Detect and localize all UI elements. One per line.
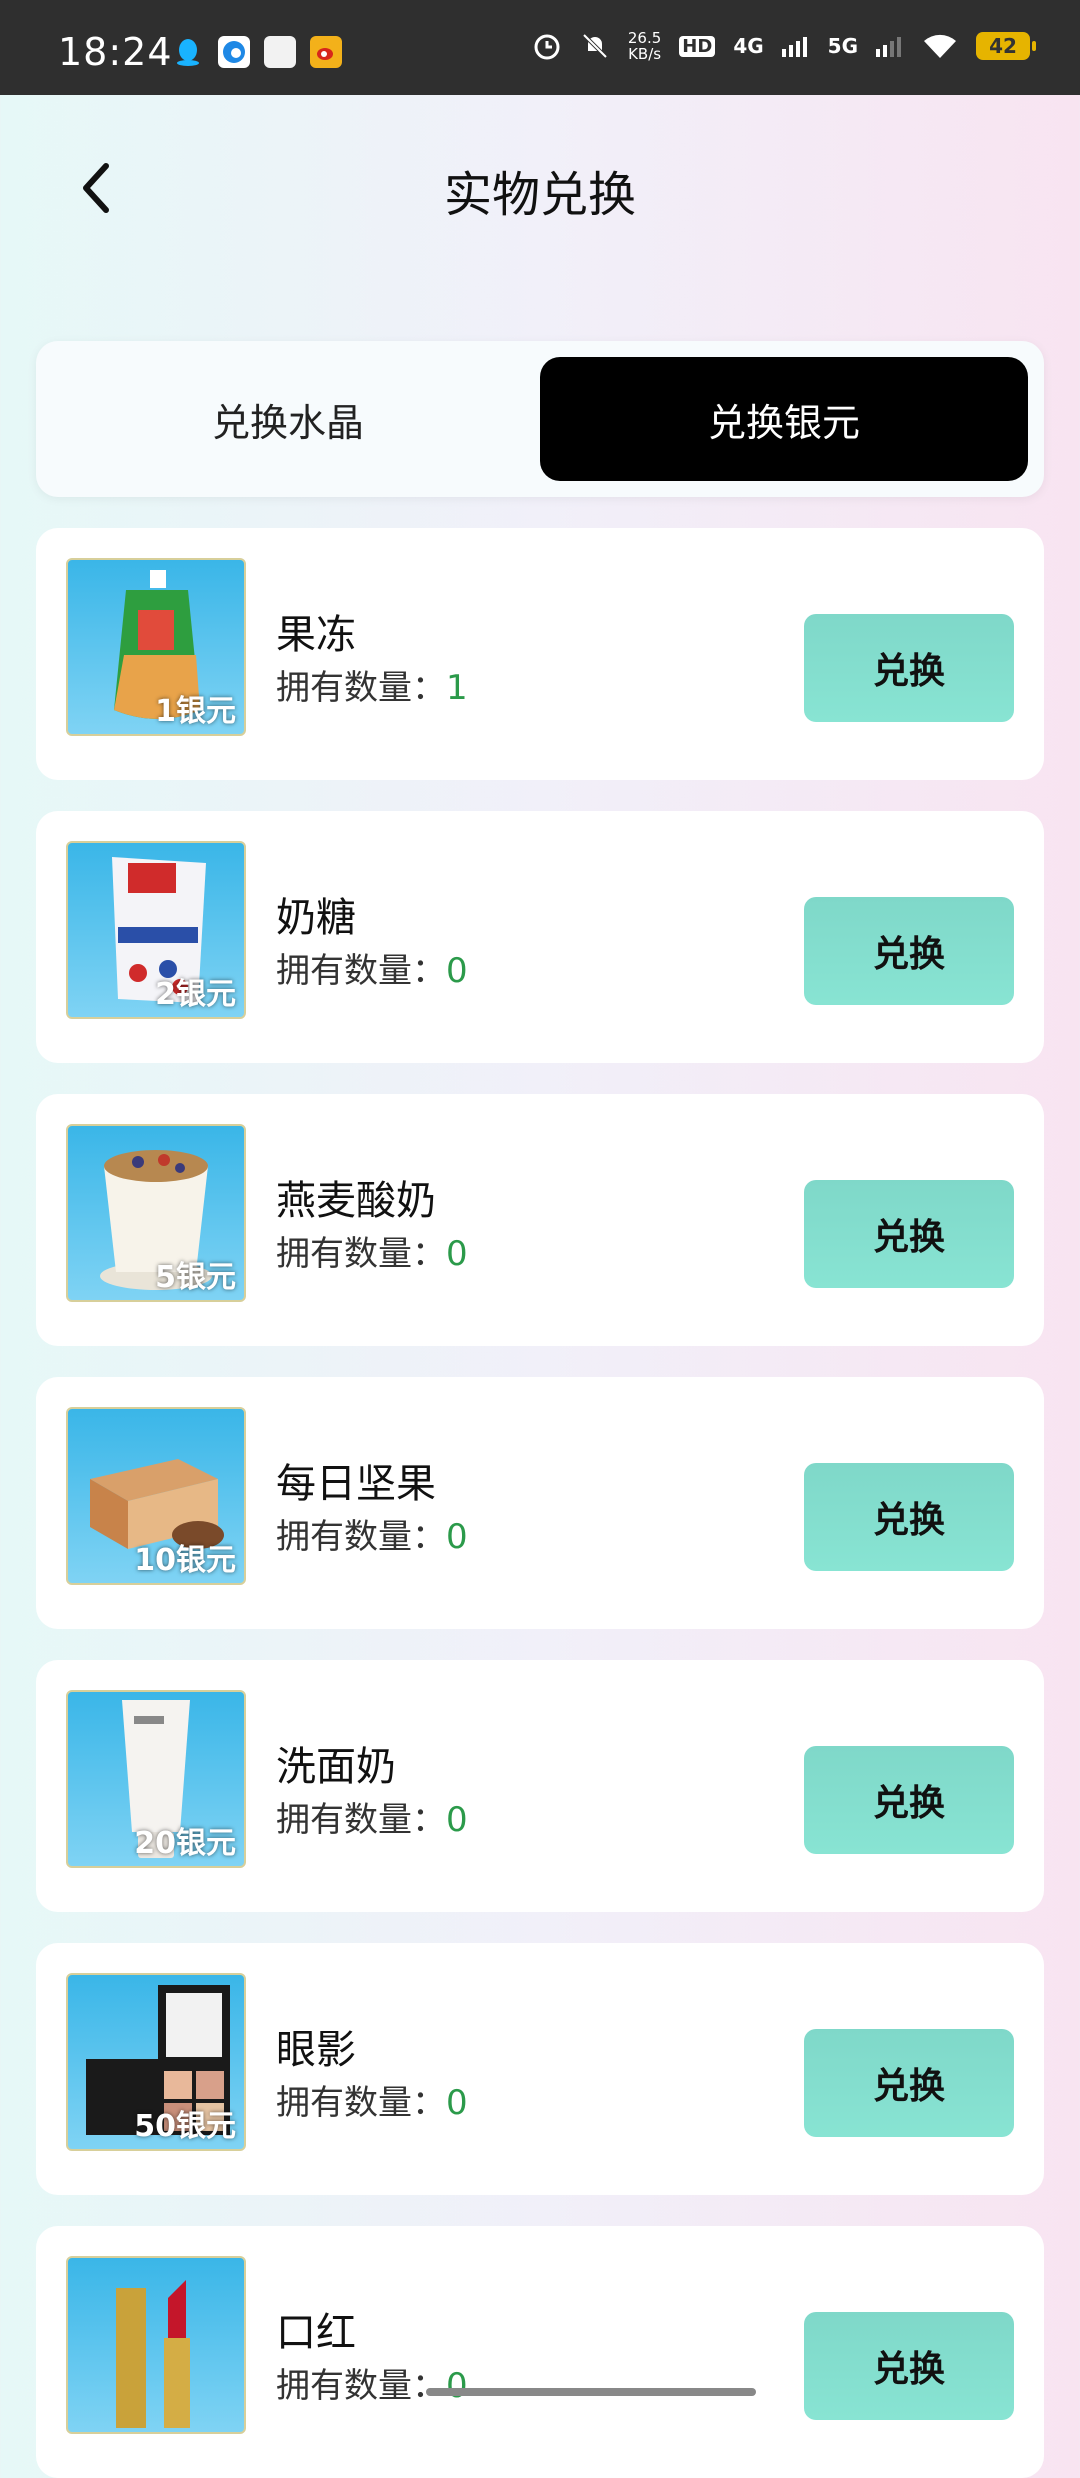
app-icon [264,36,296,68]
owned-value: 0 [446,2366,468,2406]
jelly-icon: 1银元 [66,558,246,736]
list-item: 50银元 眼影 拥有数量：0 兑换 [36,1943,1044,2195]
battery-indicator: 42 [976,32,1036,60]
item-name: 果冻 [276,612,356,658]
status-time: 18:24 [58,30,173,74]
hd-badge: HD [679,35,716,57]
alarm-icon [534,34,560,60]
notification-icons [172,36,342,68]
owned-value: 0 [446,1800,468,1840]
signal-bars-icon-2 [876,37,901,57]
price-label: 1银元 [155,694,236,729]
nut-box-icon: 10银元 [66,1407,246,1585]
signal-bars-icon [781,37,807,57]
redeem-button[interactable]: 兑换 [804,1746,1014,1854]
owned-label: 拥有数量： [276,2366,446,2406]
qq-icon [172,36,204,68]
owned-value: 0 [446,951,468,991]
weibo-icon [310,36,342,68]
owned-label: 拥有数量： [276,1800,446,1840]
header: 实物兑换 [0,95,1080,285]
owned-label: 拥有数量： [276,1234,446,1274]
edge-browser-icon [218,36,250,68]
item-name: 奶糖 [276,895,356,941]
eyeshadow-palette-icon: 50银元 [66,1973,246,2151]
item-name: 洗面奶 [276,1744,396,1790]
redeem-button[interactable]: 兑换 [804,2312,1014,2420]
redeem-button[interactable]: 兑换 [804,2029,1014,2137]
owned-value: 0 [446,1234,468,1274]
exchange-tabs: 兑换水晶 兑换银元 [36,341,1044,497]
lipstick-icon [66,2256,246,2434]
status-bar: 18:24 26.5 KB/s HD 4G 5G 42 [0,0,1080,95]
owned-count: 拥有数量：0 [276,1226,468,1275]
tab-exchange-crystal[interactable]: 兑换水晶 [44,357,532,481]
list-item: 5银元 燕麦酸奶 拥有数量：0 兑换 [36,1094,1044,1346]
list-item: 2银元 奶糖 拥有数量：0 兑换 [36,811,1044,1063]
signal-5g: 5G [827,34,858,58]
list-item: 20银元 洗面奶 拥有数量：0 兑换 [36,1660,1044,1912]
owned-value: 0 [446,2083,468,2123]
owned-label: 拥有数量： [276,951,446,991]
redeem-button[interactable]: 兑换 [804,897,1014,1005]
tab-exchange-silver[interactable]: 兑换银元 [540,357,1028,481]
signal-4g: 4G [733,34,764,58]
redeem-button[interactable]: 兑换 [804,614,1014,722]
owned-value: 0 [446,1517,468,1557]
owned-count: 拥有数量：0 [276,1792,468,1841]
price-label: 50银元 [134,2109,236,2144]
yogurt-cup-icon: 5银元 [66,1124,246,1302]
price-label: 20银元 [134,1826,236,1861]
item-name: 口红 [276,2310,356,2356]
list-item: 口红 拥有数量：0 兑换 [36,2226,1044,2478]
system-icons: 26.5 KB/s HD 4G 5G 42 [532,30,1036,62]
owned-label: 拥有数量： [276,2083,446,2123]
owned-count: 拥有数量：0 [276,2075,468,2124]
network-speed: 26.5 KB/s [628,30,661,62]
owned-label: 拥有数量： [276,668,446,708]
owned-count: 拥有数量：1 [276,660,468,709]
cleanser-tube-icon: 20银元 [66,1690,246,1868]
page-title: 实物兑换 [443,167,636,223]
item-name: 眼影 [276,2027,356,2073]
home-indicator[interactable] [426,2388,756,2396]
net-speed-unit: KB/s [628,45,662,63]
price-label: 10银元 [134,1543,236,1578]
list-item: 10银元 每日坚果 拥有数量：0 兑换 [36,1377,1044,1629]
item-name: 燕麦酸奶 [276,1178,436,1224]
item-name: 每日坚果 [276,1461,436,1507]
redeem-button[interactable]: 兑换 [804,1463,1014,1571]
price-label: 5银元 [155,1260,236,1295]
price-label: 2银元 [155,977,236,1012]
mute-icon [582,33,608,59]
list-item: 1银元 果冻 拥有数量：1 兑换 [36,528,1044,780]
candy-bag-icon: 2银元 [66,841,246,1019]
redeem-button[interactable]: 兑换 [804,1180,1014,1288]
owned-count: 拥有数量：0 [276,1509,468,1558]
net-speed-value: 26.5 [627,29,662,47]
owned-count: 拥有数量：0 [276,943,468,992]
owned-value: 1 [446,668,468,708]
wifi-icon [924,34,956,58]
owned-label: 拥有数量： [276,1517,446,1557]
